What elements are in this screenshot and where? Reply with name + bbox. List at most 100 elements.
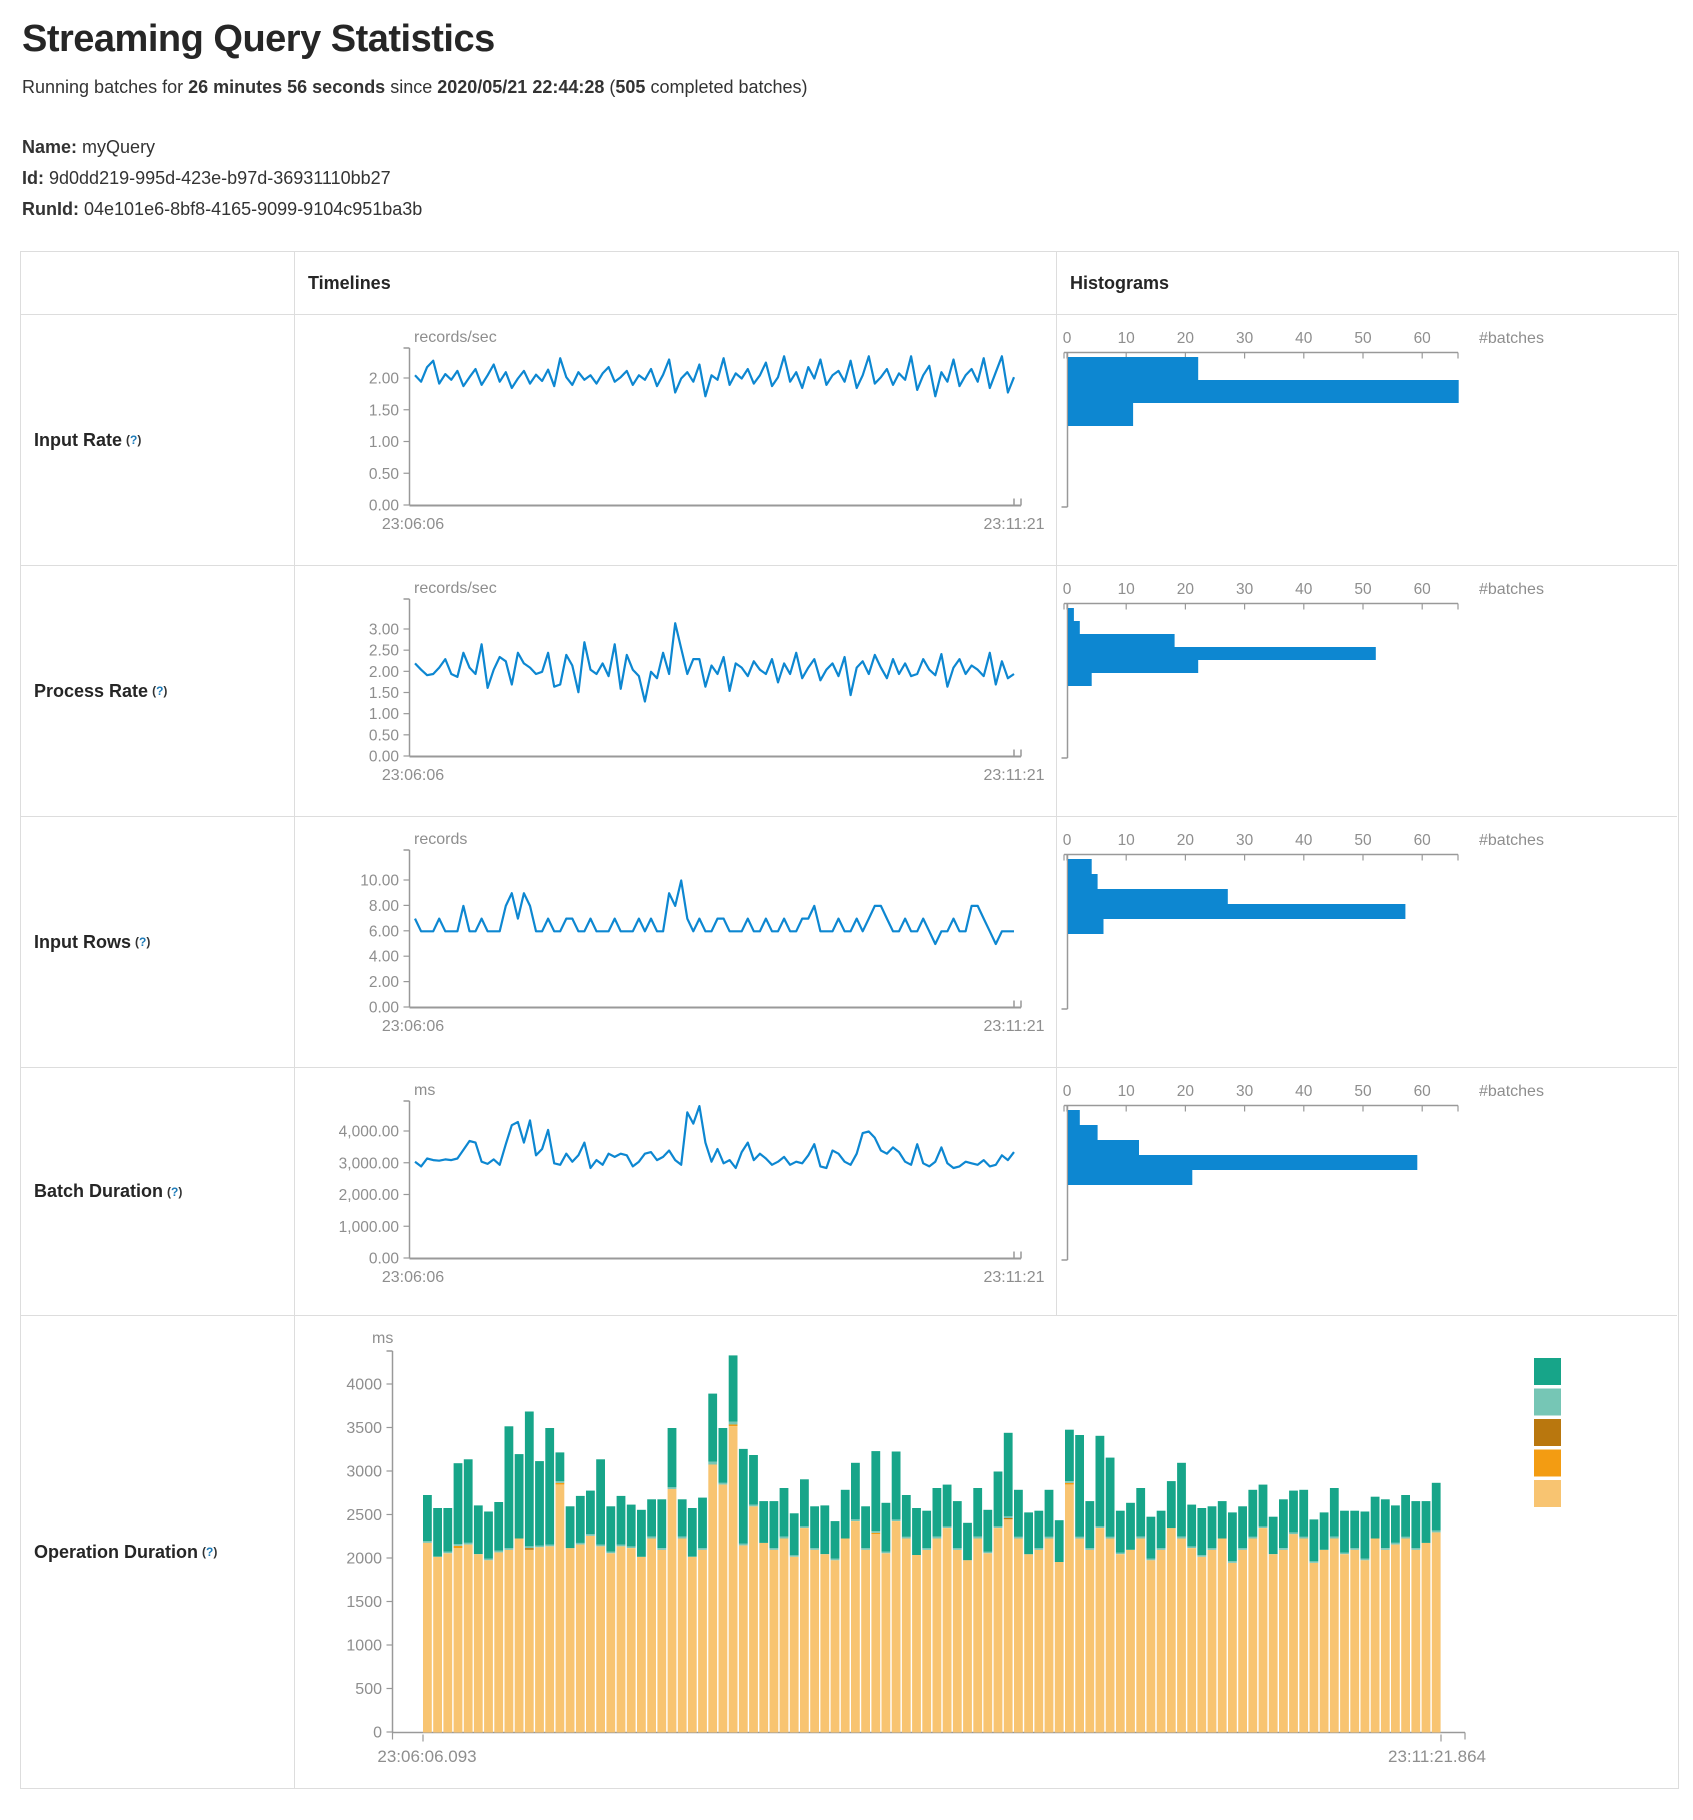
input-rows-histogram-chart: 0102030405060#batches bbox=[1057, 817, 1677, 1068]
legend-swatch-5 bbox=[1534, 1480, 1561, 1507]
header-timelines: Timelines bbox=[295, 252, 1057, 315]
svg-text:50: 50 bbox=[1354, 832, 1372, 849]
operation-duration-help-icon[interactable]: (?) bbox=[202, 1545, 217, 1559]
legend-swatch-4 bbox=[1534, 1450, 1561, 1477]
svg-text:6.00: 6.00 bbox=[369, 923, 400, 940]
svg-text:0: 0 bbox=[1063, 581, 1072, 598]
svg-text:500: 500 bbox=[355, 1681, 382, 1698]
svg-text:2.50: 2.50 bbox=[369, 643, 400, 660]
query-runid-value: 04e101e6-8bf8-4165-9099-9104c951ba3b bbox=[84, 199, 422, 219]
header-histograms: Histograms bbox=[1057, 252, 1677, 315]
query-name-row: Name: myQuery bbox=[22, 132, 1693, 163]
svg-text:2,000.00: 2,000.00 bbox=[339, 1187, 400, 1204]
svg-text:2.00: 2.00 bbox=[369, 371, 400, 388]
process-rate-timeline-chart: records/sec3.002.502.001.501.000.500.002… bbox=[295, 566, 1057, 817]
svg-text:10: 10 bbox=[1118, 330, 1136, 347]
svg-text:20: 20 bbox=[1177, 1083, 1195, 1100]
svg-text:23:06:06: 23:06:06 bbox=[382, 1018, 444, 1035]
svg-text:3500: 3500 bbox=[346, 1420, 382, 1437]
svg-text:23:11:21: 23:11:21 bbox=[983, 1018, 1044, 1035]
svg-text:0: 0 bbox=[1063, 1083, 1072, 1100]
row-label-operation-duration: Operation Duration (?) bbox=[21, 1316, 295, 1788]
svg-text:50: 50 bbox=[1354, 581, 1372, 598]
query-name-value: myQuery bbox=[82, 137, 155, 157]
svg-text:23:11:21: 23:11:21 bbox=[983, 1269, 1044, 1286]
query-id-label: Id: bbox=[22, 168, 44, 188]
svg-text:2.00: 2.00 bbox=[369, 664, 400, 681]
svg-text:8.00: 8.00 bbox=[369, 898, 400, 915]
row-label-batch-duration: Batch Duration (?) bbox=[21, 1068, 295, 1316]
input-rate-histogram-chart: 0102030405060#batches bbox=[1057, 315, 1677, 566]
legend-swatch-3 bbox=[1534, 1419, 1561, 1446]
input-rate-timeline-chart: records/sec2.001.501.000.500.0023:06:062… bbox=[295, 315, 1057, 566]
svg-text:4.00: 4.00 bbox=[369, 949, 400, 966]
header-empty-cell bbox=[21, 252, 295, 315]
page-title: Streaming Query Statistics bbox=[22, 18, 1693, 61]
row-label-input-rows: Input Rows (?) bbox=[21, 817, 295, 1068]
svg-text:#batches: #batches bbox=[1479, 1083, 1544, 1100]
query-runid-label: RunId: bbox=[22, 199, 79, 219]
svg-text:20: 20 bbox=[1177, 330, 1195, 347]
svg-text:60: 60 bbox=[1414, 1083, 1432, 1100]
svg-text:23:06:06.093: 23:06:06.093 bbox=[377, 1747, 476, 1766]
svg-text:1.00: 1.00 bbox=[369, 706, 400, 723]
svg-text:23:11:21: 23:11:21 bbox=[983, 516, 1044, 533]
completed-batches-count: 505 bbox=[615, 77, 645, 97]
batch-duration-help-icon[interactable]: (?) bbox=[167, 1185, 182, 1199]
svg-text:30: 30 bbox=[1236, 1083, 1254, 1100]
svg-text:1.00: 1.00 bbox=[369, 434, 400, 451]
svg-text:60: 60 bbox=[1414, 832, 1432, 849]
svg-text:ms: ms bbox=[414, 1082, 435, 1099]
svg-text:records: records bbox=[414, 831, 467, 848]
legend-swatch-1 bbox=[1534, 1358, 1561, 1385]
svg-text:1500: 1500 bbox=[346, 1594, 382, 1611]
input-rows-timeline-chart: records10.008.006.004.002.000.0023:06:06… bbox=[295, 817, 1057, 1068]
svg-text:20: 20 bbox=[1177, 581, 1195, 598]
query-runid-row: RunId: 04e101e6-8bf8-4165-9099-9104c951b… bbox=[22, 194, 1693, 225]
running-duration: 26 minutes 56 seconds bbox=[188, 77, 385, 97]
svg-text:2500: 2500 bbox=[346, 1507, 382, 1524]
svg-text:0.00: 0.00 bbox=[369, 1251, 400, 1268]
row-label-text: Input Rate bbox=[34, 430, 122, 451]
svg-text:60: 60 bbox=[1414, 330, 1432, 347]
batch-duration-histogram-chart: 0102030405060#batches bbox=[1057, 1068, 1677, 1316]
svg-text:4000: 4000 bbox=[346, 1377, 382, 1394]
legend-swatch-2 bbox=[1534, 1389, 1561, 1416]
svg-text:10: 10 bbox=[1118, 1083, 1136, 1100]
svg-text:40: 40 bbox=[1295, 581, 1313, 598]
svg-text:#batches: #batches bbox=[1479, 832, 1544, 849]
svg-text:0: 0 bbox=[1063, 832, 1072, 849]
svg-text:0.00: 0.00 bbox=[369, 1000, 400, 1017]
svg-text:1.50: 1.50 bbox=[369, 402, 400, 419]
query-id-value: 9d0dd219-995d-423e-b97d-36931110bb27 bbox=[49, 168, 391, 188]
svg-text:ms: ms bbox=[372, 1330, 393, 1347]
summary-paren: ( bbox=[604, 77, 615, 97]
svg-text:0.50: 0.50 bbox=[369, 727, 400, 744]
svg-text:records/sec: records/sec bbox=[414, 329, 497, 346]
row-label-input-rate: Input Rate (?) bbox=[21, 315, 295, 566]
svg-text:#batches: #batches bbox=[1479, 330, 1544, 347]
svg-text:23:06:06: 23:06:06 bbox=[382, 516, 444, 533]
svg-text:#batches: #batches bbox=[1479, 581, 1544, 598]
svg-text:23:06:06: 23:06:06 bbox=[382, 1269, 444, 1286]
query-name-label: Name: bbox=[22, 137, 77, 157]
svg-text:0: 0 bbox=[1063, 330, 1072, 347]
svg-text:30: 30 bbox=[1236, 330, 1254, 347]
svg-text:2000: 2000 bbox=[346, 1551, 382, 1568]
statistics-table: Timelines Histograms Input Rate (?) reco… bbox=[20, 251, 1679, 1789]
svg-text:0.00: 0.00 bbox=[369, 749, 400, 766]
svg-text:3000: 3000 bbox=[346, 1464, 382, 1481]
row-label-text: Process Rate bbox=[34, 681, 148, 702]
row-label-text: Operation Duration bbox=[34, 1542, 198, 1563]
input-rows-help-icon[interactable]: (?) bbox=[135, 935, 150, 949]
operation-duration-stacked-chart: ms4000350030002500200015001000500023:06:… bbox=[295, 1316, 1677, 1788]
svg-text:1000: 1000 bbox=[346, 1638, 382, 1655]
running-batches-summary: Running batches for 26 minutes 56 second… bbox=[22, 77, 1693, 98]
batch-duration-timeline-chart: ms4,000.003,000.002,000.001,000.000.0023… bbox=[295, 1068, 1057, 1316]
svg-text:40: 40 bbox=[1295, 1083, 1313, 1100]
process-rate-help-icon[interactable]: (?) bbox=[152, 684, 167, 698]
input-rate-help-icon[interactable]: (?) bbox=[126, 433, 141, 447]
svg-text:10: 10 bbox=[1118, 832, 1136, 849]
query-id-row: Id: 9d0dd219-995d-423e-b97d-36931110bb27 bbox=[22, 163, 1693, 194]
svg-text:3.00: 3.00 bbox=[369, 622, 400, 639]
